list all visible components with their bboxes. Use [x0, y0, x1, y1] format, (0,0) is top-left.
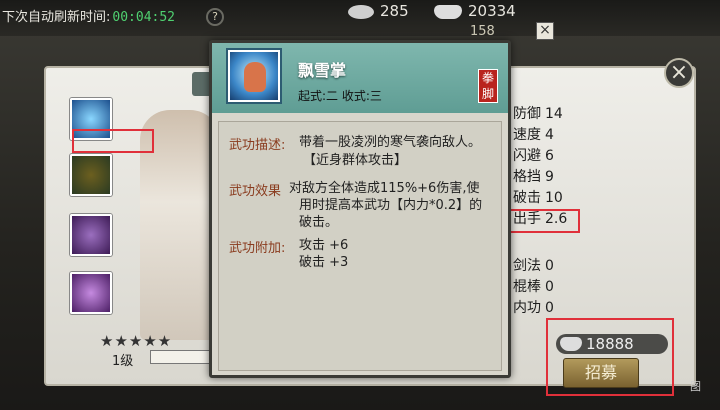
stat-value: 14 — [545, 106, 563, 122]
gold-amount: 20334 — [468, 2, 516, 20]
attribute-row: 格挡 9 — [513, 167, 567, 188]
weapon-attribute-row: 内功 0 — [513, 298, 554, 319]
silver-coin-icon — [348, 4, 374, 19]
bonus-line-2: 破击 +3 — [299, 255, 349, 270]
highlight-speed-stat — [508, 209, 580, 233]
skill-type-badge: 拳脚 — [478, 69, 498, 103]
star-rating: ★★★★★ — [100, 332, 173, 350]
stat-value: 4 — [545, 127, 554, 143]
weapon-attribute-list: 剑法 0 棍棒 0 内功 0 — [513, 256, 554, 319]
hand-glyph — [244, 62, 266, 92]
effect-label: 武功效果 — [229, 184, 282, 199]
gold-currency: 20334 — [434, 2, 516, 20]
attribute-row: 速度 4 — [513, 125, 567, 146]
attribute-row: 闪避 6 — [513, 146, 567, 167]
stat-label: 防御 — [513, 106, 541, 122]
meditation-skill-slot[interactable] — [70, 154, 112, 196]
level-label: 1级 — [112, 354, 134, 369]
description-label: 武功描述: — [229, 138, 286, 153]
skill-detail-popup: 飘雪掌 起式:二 收式:三 拳脚 武功描述: 带着一股凌冽的寒气袭向敌人。 【近… — [209, 40, 511, 378]
effect-line-2: 用时提高本武功【内力*0.2】的 — [299, 198, 483, 213]
stat-label: 速度 — [513, 127, 541, 143]
page-indicator: 图 — [690, 380, 701, 393]
stat-value: 0 — [545, 279, 554, 295]
stat-label: 棍棒 — [513, 279, 541, 295]
stat-value: 9 — [545, 169, 554, 185]
weapon-attribute-row: 剑法 0 — [513, 256, 554, 277]
panel-close-icon[interactable]: × — [664, 58, 694, 88]
stat-value: 0 — [545, 258, 554, 274]
description-line-1: 带着一股凌冽的寒气袭向敌人。 — [299, 135, 482, 150]
skill-header: 飘雪掌 起式:二 收式:三 拳脚 — [212, 43, 508, 113]
skill-stances: 起式:二 收式:三 — [298, 89, 382, 103]
stat-value: 10 — [545, 190, 563, 206]
stat-label: 破击 — [513, 190, 541, 206]
stat-label: 格挡 — [513, 169, 541, 185]
skill-name: 飘雪掌 — [298, 61, 347, 80]
effect-line-3: 破击。 — [299, 215, 339, 230]
inner-skill-slot[interactable] — [70, 272, 112, 314]
refresh-label: 下次自动刷新时间: — [2, 10, 111, 25]
stat-value: 0 — [545, 300, 554, 316]
sub-currency-amount: 158 — [470, 24, 495, 39]
silver-currency: 285 — [348, 2, 409, 20]
skill-description-body: 武功描述: 带着一股凌冽的寒气袭向敌人。 【近身群体攻击】 武功效果 对敌方全体… — [218, 121, 502, 371]
refresh-time: 00:04:52 — [112, 10, 176, 25]
palm-skill-icon — [228, 50, 280, 102]
highlight-effect-target — [72, 129, 154, 153]
blade-skill-slot[interactable] — [70, 214, 112, 256]
attribute-row: 防御 14 — [513, 104, 567, 125]
attribute-row: 破击 10 — [513, 188, 567, 209]
stat-value: 6 — [545, 148, 554, 164]
stat-label: 内功 — [513, 300, 541, 316]
help-icon[interactable]: ? — [206, 8, 224, 26]
highlight-recruit-area — [546, 318, 674, 396]
weapon-attribute-row: 棍棒 0 — [513, 277, 554, 298]
stat-label: 闪避 — [513, 148, 541, 164]
refresh-timer: 下次自动刷新时间: 00:04:52 — [2, 6, 175, 25]
stat-label: 剑法 — [513, 258, 541, 274]
close-icon[interactable]: × — [536, 22, 554, 40]
description-line-2: 【近身群体攻击】 — [303, 153, 408, 168]
bonus-line-1: 攻击 +6 — [299, 238, 349, 253]
top-bar: 下次自动刷新时间: 00:04:52 ? 285 20334 158 × — [0, 0, 720, 40]
silver-amount: 285 — [380, 2, 409, 20]
level-progress-bar — [150, 350, 210, 364]
gold-ingot-icon — [434, 4, 462, 19]
bonus-label: 武功附加: — [229, 241, 286, 256]
effect-line-1: 对敌方全体造成115%+6伤害,使 — [289, 181, 480, 196]
